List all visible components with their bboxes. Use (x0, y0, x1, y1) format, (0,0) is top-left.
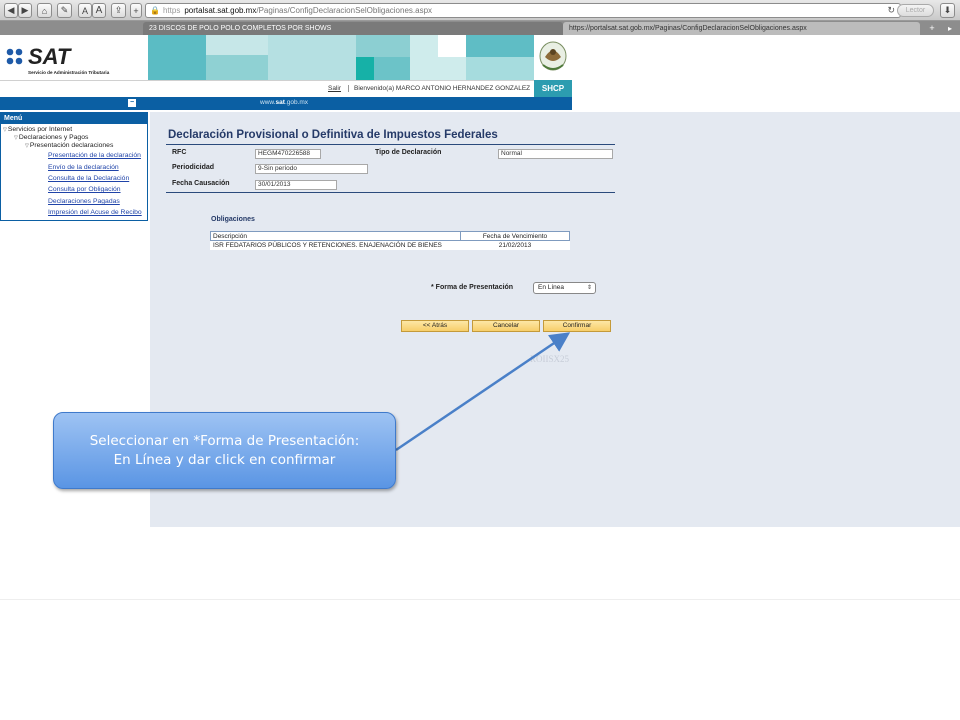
divider (166, 192, 615, 193)
tab-sat-active[interactable]: https://portalsat.sat.gob.mx/Paginas/Con… (563, 22, 920, 35)
menu-link-acuse[interactable]: Impresión del Acuse de Recibo (48, 209, 142, 216)
site-nav-bar: − www.sat.gob.mx (0, 97, 572, 110)
tab-overflow-icon[interactable]: ▸ (944, 23, 956, 34)
side-menu: Menú ▽Servicios por Internet ▽Declaracio… (0, 112, 148, 221)
shcp-logo[interactable]: SHCP (534, 80, 572, 97)
home-icon[interactable]: ⌂ (37, 3, 52, 18)
site-url-bold: sat (275, 99, 285, 106)
select-arrows-icon: ⇕ (586, 285, 592, 291)
obligacion-descripcion: ISR FEDATARIOS PÚBLICOS Y RETENCIONES. E… (210, 240, 461, 250)
tab-discos[interactable]: 23 DISCOS DE POLO POLO COMPLETOS POR SHO… (143, 22, 563, 35)
menu-link-envio[interactable]: Envío de la declaración (48, 164, 119, 171)
forward-icon[interactable]: ▶ (18, 3, 32, 18)
tab-sat-label: https://portalsat.sat.gob.mx/Paginas/Con… (569, 25, 807, 32)
reader-label: Lector (905, 7, 926, 14)
text-larger-button[interactable]: A (92, 3, 106, 18)
cancelar-button[interactable]: Cancelar (472, 320, 540, 332)
menu-title: Menú (1, 113, 147, 124)
text-larger-label: A (95, 5, 103, 16)
column-header-descripcion: Descripción (210, 231, 461, 241)
sat-logo[interactable]: SAT Servicio de Administración Tributari… (0, 35, 148, 80)
address-path: /Paginas/ConfigDeclaracionSelObligacione… (256, 6, 433, 15)
tab-bar: 23 DISCOS DE POLO POLO COMPLETOS POR SHO… (0, 21, 960, 35)
lock-icon: 🔒 (150, 6, 160, 15)
share-icon[interactable]: ⇪ (111, 3, 126, 18)
text-smaller-button[interactable]: A (78, 3, 92, 18)
menu-link-consulta-obligacion[interactable]: Consulta por Obligación (48, 186, 121, 193)
annotation-callout: Seleccionar en *Forma de Presentación: E… (53, 412, 396, 489)
back-icon[interactable]: ◀ (4, 3, 18, 18)
shcp-label: SHCP (541, 84, 565, 93)
tree-expanded-icon: ▽ (14, 135, 18, 141)
user-bar: Salir Bienvenido(a) MARCO ANTONIO HERNAN… (0, 80, 534, 97)
page-title: Declaración Provisional o Definitiva de … (168, 129, 498, 141)
sat-banner: SAT Servicio de Administración Tributari… (0, 35, 572, 97)
obligaciones-table: Descripción Fecha de Vencimiento ISR FED… (210, 231, 570, 250)
bookmark-icon[interactable]: + (130, 3, 142, 18)
menu-link-pagadas[interactable]: Declaraciones Pagadas (48, 198, 120, 205)
collapse-label: − (129, 99, 135, 106)
annotation-text: Seleccionar en *Forma de Presentación: E… (89, 432, 360, 468)
edit-icon[interactable]: ✎ (57, 3, 72, 18)
tree-expanded-icon: ▽ (3, 127, 7, 133)
tipo-declaracion-label: Tipo de Declaración (375, 149, 442, 156)
confirmar-button[interactable]: Confirmar (543, 320, 611, 332)
tipo-declaracion-field[interactable]: Normal (498, 149, 613, 159)
sat-logo-word: SAT (28, 44, 71, 69)
new-tab-icon[interactable]: + (925, 23, 939, 34)
collapse-menu-button[interactable]: − (128, 99, 136, 107)
sat-logo-subtitle: Servicio de Administración Tributaria (28, 70, 110, 75)
table-row[interactable]: ISR FEDATARIOS PÚBLICOS Y RETENCIONES. E… (210, 240, 570, 250)
fecha-causacion-field[interactable]: 30/01/2013 (255, 180, 337, 190)
text-smaller-label: A (81, 5, 88, 16)
menu-link-consulta-declaracion[interactable]: Consulta de la Declaración (48, 175, 129, 182)
welcome-text: Bienvenido(a) MARCO ANTONIO HERNANDEZ GO… (348, 85, 530, 92)
menu-item-servicios-label: Servicios por Internet (7, 126, 73, 133)
menu-item-presentacion-label: Presentación declaraciones (29, 142, 114, 149)
address-domain: portalsat.sat.gob.mx (184, 6, 257, 15)
salir-link[interactable]: Salir (328, 85, 341, 92)
sat-logo-icon (6, 48, 23, 65)
periodicidad-label: Periodicidad (172, 164, 215, 171)
divider (0, 599, 960, 600)
menu-item-servicios[interactable]: ▽Servicios por Internet (3, 126, 72, 133)
rfc-field[interactable]: HEGM470226588 (255, 149, 321, 159)
periodicidad-field[interactable]: 9-Sin período (255, 164, 368, 174)
address-https: https (162, 6, 181, 15)
obligacion-vencimiento: 21/02/2013 (460, 240, 570, 250)
site-url-pre: www. (260, 99, 276, 106)
column-header-vencimiento: Fecha de Vencimiento (460, 231, 570, 241)
coat-of-arms-icon (534, 35, 572, 80)
browser-toolbar: ◀ ▶ ⌂ ✎ A A ⇪ + 🔒 https portalsat.sat.go… (0, 0, 960, 21)
forma-presentacion-select[interactable]: En Línea ⇕ (533, 282, 596, 294)
fecha-causacion-label: Fecha Causación (172, 180, 230, 187)
obligaciones-title: Obligaciones (211, 216, 255, 223)
menu-item-declaraciones-label: Declaraciones y Pagos (18, 134, 89, 141)
reader-button[interactable]: Lector (897, 4, 934, 17)
menu-item-presentacion[interactable]: ▽Presentación declaraciones (25, 142, 113, 149)
rfc-label: RFC (172, 149, 187, 156)
reload-icon[interactable]: ↻ (887, 5, 895, 16)
forma-presentacion-label: * Forma de Presentación (431, 284, 514, 291)
watermark-text: ROIISX25 (530, 354, 570, 364)
downloads-icon[interactable]: ⬇ (940, 3, 955, 18)
address-bar[interactable]: 🔒 https portalsat.sat.gob.mx /Paginas/Co… (145, 3, 901, 18)
forma-presentacion-value: En Línea (538, 284, 565, 291)
tree-expanded-icon: ▽ (25, 143, 29, 149)
menu-link-presentacion[interactable]: Presentación de la declaración (48, 152, 141, 159)
header-mosaic (148, 35, 534, 80)
table-header-row: Descripción Fecha de Vencimiento (210, 231, 570, 241)
atras-button[interactable]: << Atrás (401, 320, 469, 332)
divider (166, 144, 615, 145)
tab-discos-label: 23 DISCOS DE POLO POLO COMPLETOS POR SHO… (149, 25, 332, 32)
site-url: www.sat.gob.mx (260, 99, 308, 106)
menu-item-declaraciones[interactable]: ▽Declaraciones y Pagos (14, 134, 88, 141)
site-url-post: .gob.mx (284, 99, 309, 106)
